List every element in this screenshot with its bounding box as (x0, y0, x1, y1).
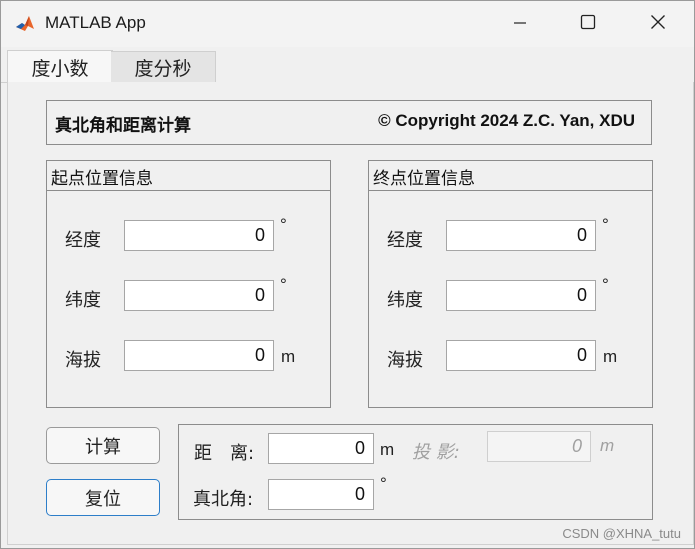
start-latitude-label: 纬度 (65, 290, 101, 311)
start-longitude-unit: ° (280, 215, 287, 234)
matlab-logo-icon (15, 14, 35, 34)
start-altitude-label: 海拔 (65, 350, 101, 371)
start-panel-title: 起点位置信息 (51, 169, 153, 189)
end-longitude-unit: ° (602, 215, 609, 234)
start-longitude-input[interactable]: 0 (124, 220, 274, 251)
distance-unit: m (380, 440, 395, 459)
maximize-button[interactable] (565, 1, 611, 47)
app-window: MATLAB App 度小数 度分秒 真北角和距离计算 © Copyright … (0, 0, 695, 549)
divider (369, 190, 652, 191)
reset-button[interactable]: 复位 (46, 479, 160, 516)
end-latitude-unit: ° (602, 275, 609, 294)
distance-output: 0 (268, 433, 374, 464)
window-title: MATLAB App (45, 13, 146, 32)
tab-content: 真北角和距离计算 © Copyright 2024 Z.C. Yan, XDU … (7, 82, 694, 545)
projection-output: 0 (487, 431, 591, 462)
start-latitude-input[interactable]: 0 (124, 280, 274, 311)
start-latitude-unit: ° (280, 275, 287, 294)
title-bar[interactable]: MATLAB App (1, 1, 694, 47)
end-latitude-input[interactable]: 0 (446, 280, 596, 311)
start-longitude-label: 经度 (65, 230, 101, 251)
end-altitude-unit: m (603, 347, 618, 366)
tab-bar: 度小数 度分秒 (1, 47, 694, 83)
end-latitude-label: 纬度 (387, 290, 423, 311)
projection-unit: m (600, 436, 615, 455)
azimuth-label: 真北角: (193, 489, 254, 510)
end-panel-title: 终点位置信息 (373, 169, 475, 189)
close-button[interactable] (635, 1, 681, 47)
end-altitude-label: 海拔 (387, 350, 423, 371)
minimize-button[interactable] (497, 1, 543, 47)
start-altitude-input[interactable]: 0 (124, 340, 274, 371)
close-icon (650, 14, 666, 34)
distance-label: 距 离: (194, 443, 255, 464)
tab-dms[interactable]: 度分秒 (111, 51, 216, 83)
minimize-icon (513, 15, 527, 34)
app-heading: 真北角和距离计算 (55, 116, 191, 136)
end-longitude-label: 经度 (387, 230, 423, 251)
tab-decimal-degrees[interactable]: 度小数 (7, 50, 113, 83)
azimuth-output: 0 (268, 479, 374, 510)
start-altitude-unit: m (281, 347, 296, 366)
divider (47, 190, 330, 191)
end-altitude-input[interactable]: 0 (446, 340, 596, 371)
maximize-icon (580, 14, 596, 34)
calculate-button[interactable]: 计算 (46, 427, 160, 464)
copyright-text: © Copyright 2024 Z.C. Yan, XDU (378, 111, 635, 130)
watermark-text: CSDN @XHNA_tutu (562, 526, 681, 541)
results-panel: 距 离: 0 m 投 影: 0 m 真北角: 0 ° (178, 424, 653, 520)
azimuth-unit: ° (380, 474, 387, 493)
end-longitude-input[interactable]: 0 (446, 220, 596, 251)
projection-label: 投 影: (412, 442, 460, 463)
start-position-panel: 起点位置信息 经度 0 ° 纬度 0 ° 海拔 0 m (46, 160, 331, 408)
header-panel: 真北角和距离计算 © Copyright 2024 Z.C. Yan, XDU (46, 100, 652, 145)
end-position-panel: 终点位置信息 经度 0 ° 纬度 0 ° 海拔 0 m (368, 160, 653, 408)
